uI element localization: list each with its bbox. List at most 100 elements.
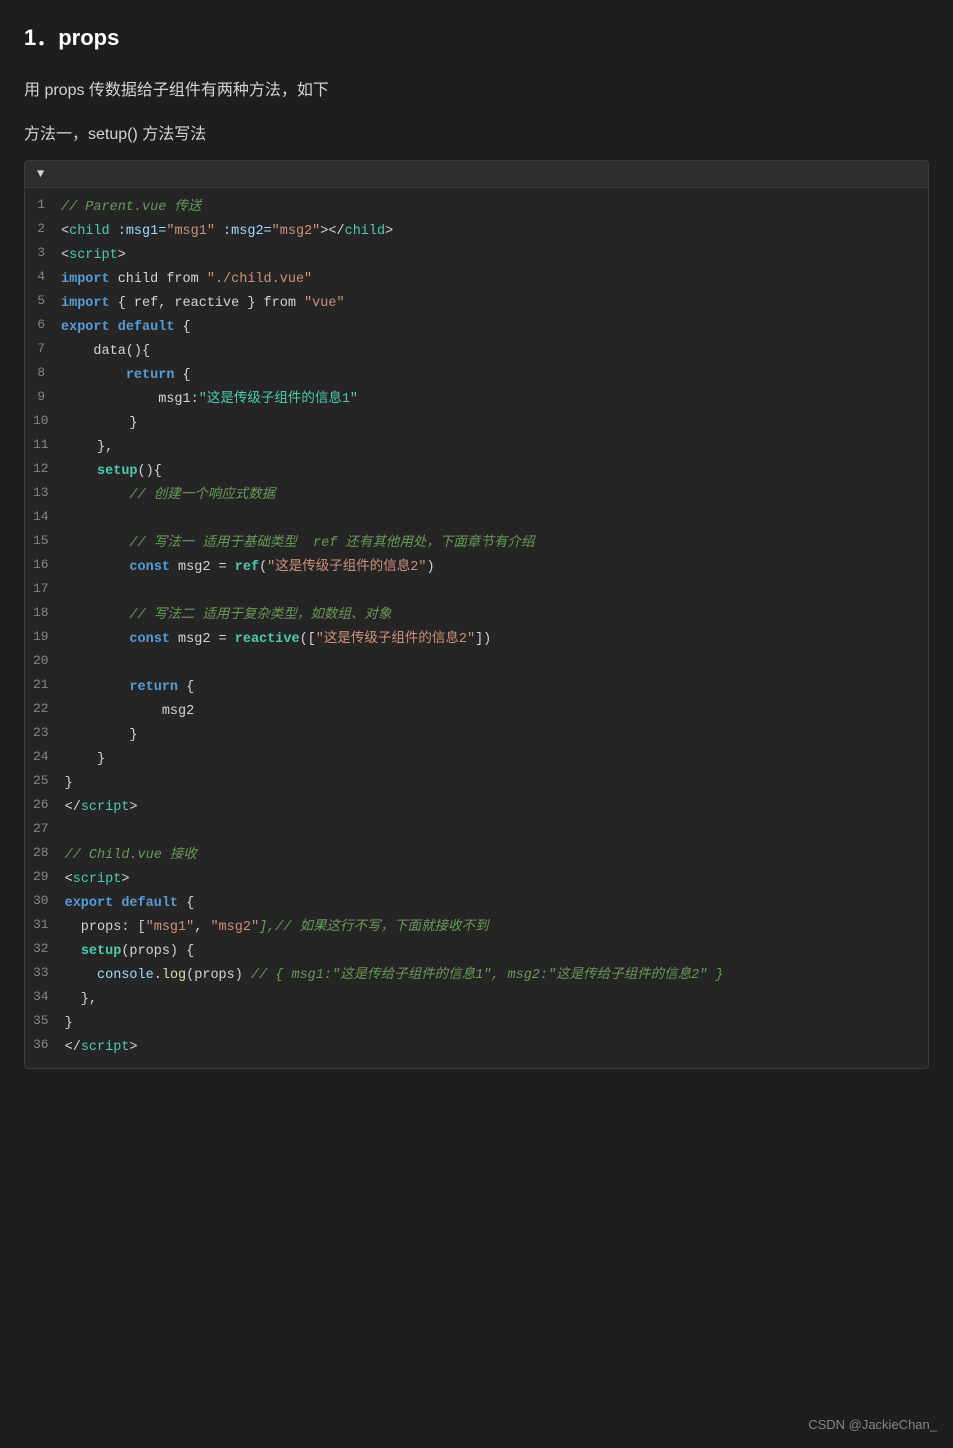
table-row: 21 return {: [25, 676, 928, 700]
watermark: CSDN @JackieChan_: [808, 1417, 937, 1432]
line-number: 5: [25, 293, 61, 308]
line-number: 34: [25, 989, 65, 1004]
line-number: 36: [25, 1037, 65, 1052]
line-content: msg1:"这是传级子组件的信息1": [61, 389, 358, 411]
table-row: 25}: [25, 772, 928, 796]
table-row: 15 // 写法一 适用于基础类型 ref 还有其他用处，下面章节有介绍: [25, 532, 928, 556]
line-number: 3: [25, 245, 61, 260]
table-row: 1// Parent.vue 传送: [25, 196, 928, 220]
section-title: 1．props: [24, 20, 929, 52]
table-row: 35}: [25, 1012, 928, 1036]
line-number: 21: [25, 677, 65, 692]
line-content: console.log(props) // { msg1:"这是传给子组件的信息…: [65, 965, 724, 987]
table-row: 12 setup(){: [25, 460, 928, 484]
table-row: 8 return {: [25, 364, 928, 388]
section-desc: 用 props 传数据给子组件有两种方法，如下: [24, 76, 929, 100]
code-block-header[interactable]: ▼: [25, 161, 928, 188]
line-content: }: [65, 773, 73, 795]
line-number: 9: [25, 389, 61, 404]
table-row: 14: [25, 508, 928, 532]
line-number: 12: [25, 461, 65, 476]
table-row: 10 }: [25, 412, 928, 436]
line-content: setup(){: [65, 461, 162, 483]
table-row: 13 // 创建一个响应式数据: [25, 484, 928, 508]
line-number: 24: [25, 749, 65, 764]
table-row: 20: [25, 652, 928, 676]
line-number: 22: [25, 701, 65, 716]
line-number: 7: [25, 341, 61, 356]
line-number: 30: [25, 893, 65, 908]
line-number: 18: [25, 605, 65, 620]
table-row: 7 data(){: [25, 340, 928, 364]
line-number: 6: [25, 317, 61, 332]
line-content: </script>: [65, 1037, 138, 1059]
line-number: 2: [25, 221, 61, 236]
line-number: 11: [25, 437, 65, 452]
line-content: export default {: [61, 317, 191, 339]
line-number: 15: [25, 533, 65, 548]
line-content: [65, 581, 73, 603]
line-content: data(){: [61, 341, 150, 363]
line-number: 16: [25, 557, 65, 572]
table-row: 6export default {: [25, 316, 928, 340]
line-number: 27: [25, 821, 65, 836]
table-row: 27: [25, 820, 928, 844]
code-block-body: 1// Parent.vue 传送2<child :msg1="msg1" :m…: [25, 188, 928, 1068]
line-number: 14: [25, 509, 65, 524]
table-row: 32 setup(props) {: [25, 940, 928, 964]
line-content: },: [65, 989, 97, 1011]
table-row: 22 msg2: [25, 700, 928, 724]
table-row: 24 }: [25, 748, 928, 772]
line-content: // 写法一 适用于基础类型 ref 还有其他用处，下面章节有介绍: [65, 533, 535, 555]
line-content: <script>: [61, 245, 126, 267]
table-row: 18 // 写法二 适用于复杂类型，如数组、对象: [25, 604, 928, 628]
table-row: 31 props: ["msg1", "msg2"],// 如果这行不写，下面就…: [25, 916, 928, 940]
line-content: setup(props) {: [65, 941, 195, 963]
line-number: 20: [25, 653, 65, 668]
line-content: <child :msg1="msg1" :msg2="msg2"></child…: [61, 221, 393, 243]
line-content: // Parent.vue 传送: [61, 197, 201, 219]
line-content: }: [65, 725, 138, 747]
table-row: 29<script>: [25, 868, 928, 892]
table-row: 2<child :msg1="msg1" :msg2="msg2"></chil…: [25, 220, 928, 244]
line-content: import child from "./child.vue": [61, 269, 312, 291]
line-content: [65, 509, 73, 531]
line-content: // 写法二 适用于复杂类型，如数组、对象: [65, 605, 392, 627]
code-block: ▼ 1// Parent.vue 传送2<child :msg1="msg1" …: [24, 160, 929, 1069]
line-content: return {: [61, 365, 191, 387]
line-content: // Child.vue 接收: [65, 845, 197, 867]
line-number: 17: [25, 581, 65, 596]
table-row: 36</script>: [25, 1036, 928, 1060]
table-row: 3<script>: [25, 244, 928, 268]
line-content: [65, 653, 73, 675]
line-number: 32: [25, 941, 65, 956]
line-content: [65, 821, 73, 843]
line-number: 31: [25, 917, 65, 932]
table-row: 16 const msg2 = ref("这是传级子组件的信息2"): [25, 556, 928, 580]
line-number: 29: [25, 869, 65, 884]
collapse-arrow-icon: ▼: [37, 167, 44, 181]
line-content: import { ref, reactive } from "vue": [61, 293, 345, 315]
line-content: }: [65, 749, 106, 771]
table-row: 33 console.log(props) // { msg1:"这是传给子组件…: [25, 964, 928, 988]
line-number: 35: [25, 1013, 65, 1028]
table-row: 17: [25, 580, 928, 604]
line-content: const msg2 = reactive(["这是传级子组件的信息2"]): [65, 629, 492, 651]
table-row: 5import { ref, reactive } from "vue": [25, 292, 928, 316]
page-container: 1．props 用 props 传数据给子组件有两种方法，如下 方法一，setu…: [0, 0, 953, 1105]
table-row: 23 }: [25, 724, 928, 748]
line-number: 33: [25, 965, 65, 980]
line-number: 13: [25, 485, 65, 500]
line-content: }: [65, 1013, 73, 1035]
line-number: 28: [25, 845, 65, 860]
line-content: }: [65, 413, 138, 435]
table-row: 4import child from "./child.vue": [25, 268, 928, 292]
line-number: 1: [25, 197, 61, 212]
table-row: 34 },: [25, 988, 928, 1012]
line-number: 10: [25, 413, 65, 428]
line-number: 8: [25, 365, 61, 380]
table-row: 30export default {: [25, 892, 928, 916]
line-content: return {: [65, 677, 195, 699]
line-content: msg2: [65, 701, 195, 723]
table-row: 28// Child.vue 接收: [25, 844, 928, 868]
